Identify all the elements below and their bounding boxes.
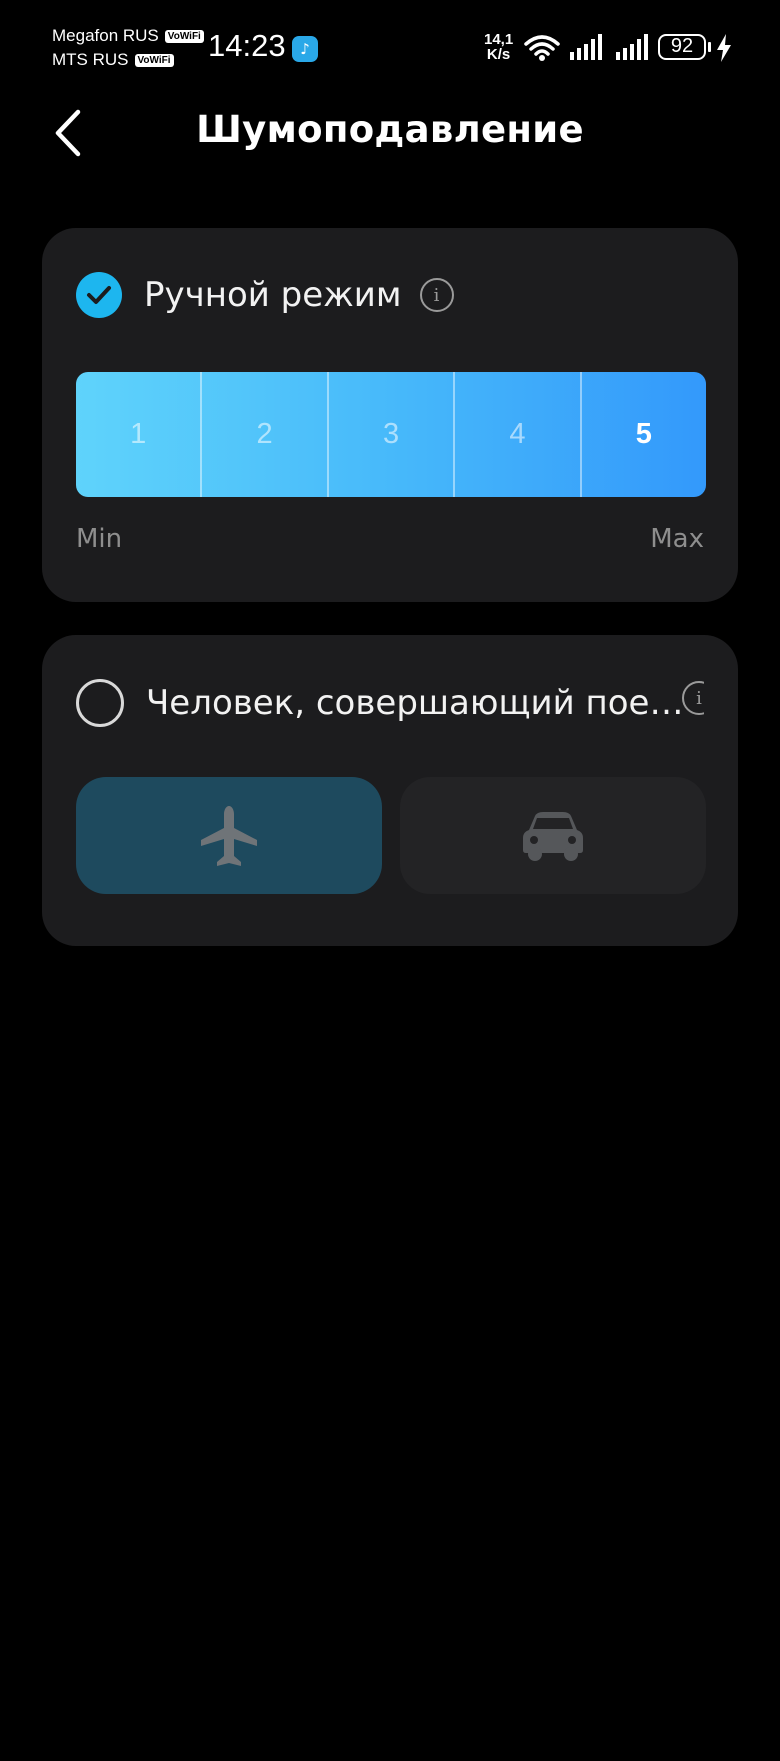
network-speed: 14,1 K/s [484,32,513,62]
battery-level: 92 [658,34,706,60]
chevron-left-icon [55,109,81,157]
airplane-icon [201,805,257,866]
vowifi-badge: VoWiFi [134,53,174,67]
level-3[interactable]: 3 [329,372,456,497]
carrier-2: MTS RUS [52,50,129,69]
manual-mode-card: Ручной режим i 1 2 3 4 5 Min Max [42,228,738,602]
speed-value: 14,1 [484,31,514,48]
car-mode-button[interactable] [400,777,706,894]
max-label: Max [650,524,704,554]
back-button[interactable] [50,108,90,158]
battery-icon [708,42,711,52]
min-label: Min [76,524,123,554]
carrier-info: Megafon RUS VoWiFi MTS RUS VoWiFi [52,24,204,72]
adaptive-mode-option[interactable]: Человек, совершающий пое… i [76,679,704,727]
vowifi-badge: VoWiFi [164,29,204,43]
info-icon-wrapper: i [682,681,704,715]
noise-level-selector: 1 2 3 4 5 [76,372,706,497]
level-5[interactable]: 5 [582,372,706,497]
car-icon [523,811,583,861]
music-app-icon: ♪ [292,36,318,62]
status-clock: 14:23 [208,28,286,63]
charging-icon [717,34,731,62]
level-2[interactable]: 2 [202,372,329,497]
wifi-icon [524,35,560,61]
checkmark-icon[interactable] [76,272,122,318]
manual-mode-label: Ручной режим [144,275,402,315]
info-icon[interactable]: i [419,278,454,312]
signal-icon [570,34,602,60]
adaptive-mode-label: Человек, совершающий пое… [146,683,684,723]
signal-icon [616,34,648,60]
status-bar: Megafon RUS VoWiFi MTS RUS VoWiFi 14:23 ♪ … [0,0,780,100]
adaptive-mode-card: Человек, совершающий пое… i [42,635,738,946]
level-4[interactable]: 4 [455,372,582,497]
radio-unchecked-icon[interactable] [76,679,124,727]
airplane-mode-button[interactable] [76,777,382,894]
speed-unit: K/s [486,46,511,63]
info-icon[interactable]: i [682,681,704,715]
manual-mode-option[interactable]: Ручной режим i [76,272,704,318]
level-1[interactable]: 1 [76,372,203,497]
page-title: Шумоподавление [196,108,584,151]
carrier-1: Megafon RUS [52,26,159,45]
